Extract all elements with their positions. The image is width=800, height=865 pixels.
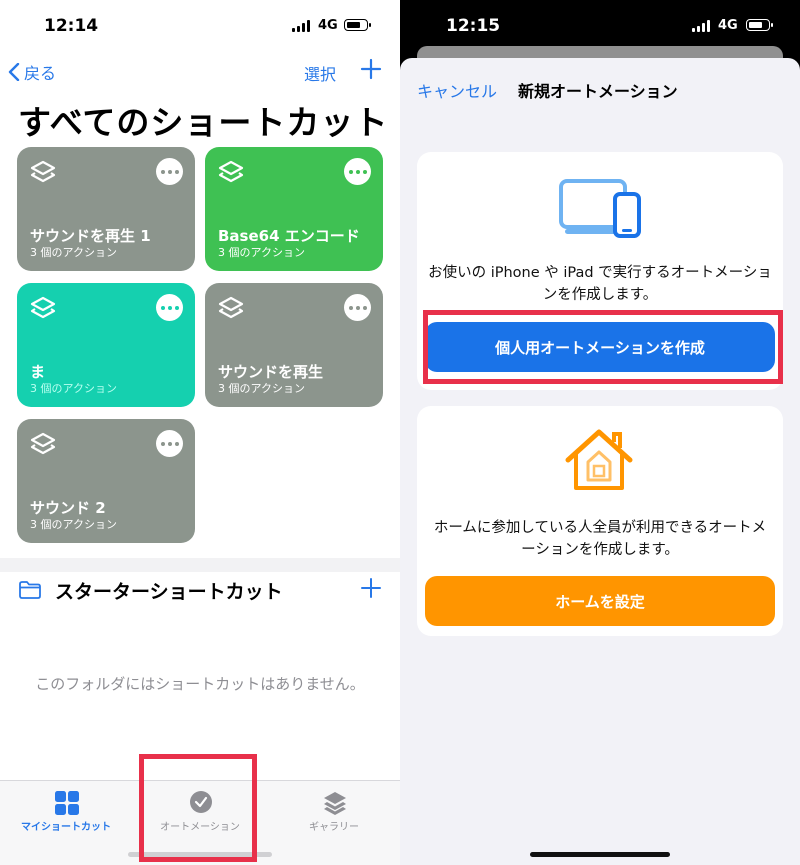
shortcut-action-count: 3 個のアクション <box>218 382 305 395</box>
shortcut-tile[interactable]: Base64 エンコード 3 個のアクション <box>205 147 383 271</box>
shortcut-name: Base64 エンコード <box>218 227 360 245</box>
shortcut-action-count: 3 個のアクション <box>30 246 117 259</box>
shortcut-name: サウンドを再生 <box>218 363 324 381</box>
shortcut-action-count: 3 個のアクション <box>218 246 305 259</box>
status-bar: 12:15 4G <box>400 0 800 50</box>
highlight-box <box>423 310 783 384</box>
layers-icon <box>218 160 244 183</box>
setup-home-button[interactable]: ホームを設定 <box>425 576 775 626</box>
layers-icon <box>30 432 56 455</box>
right-screen: 12:15 4G キャンセル 新規オートメーション お使いの iPhone や … <box>400 0 800 865</box>
select-button[interactable]: 選択 <box>304 61 336 85</box>
more-options-button[interactable] <box>344 294 371 321</box>
sheet-title: 新規オートメーション <box>518 82 678 101</box>
chevron-left-icon <box>8 63 20 81</box>
shortcut-action-count: 3 個のアクション <box>30 518 117 531</box>
shortcut-action-count: 3 個のアクション <box>30 382 117 395</box>
shortcut-tile[interactable]: サウンド 2 3 個のアクション <box>17 419 195 543</box>
shortcut-tile[interactable]: ま 3 個のアクション <box>17 283 195 407</box>
shortcut-tile[interactable]: サウンドを再生 3 個のアクション <box>205 283 383 407</box>
home-indicator <box>530 852 670 857</box>
network-label: 4G <box>318 18 338 33</box>
back-button[interactable]: 戻る <box>8 60 56 84</box>
battery-icon <box>344 19 371 31</box>
new-automation-sheet: キャンセル 新規オートメーション お使いの iPhone や iPad で実行す… <box>400 58 800 865</box>
shortcut-name: サウンド 2 <box>30 499 106 517</box>
more-options-button[interactable] <box>156 158 183 185</box>
signal-icon <box>692 20 710 32</box>
tab-label: マイショートカット <box>21 822 111 833</box>
back-label: 戻る <box>24 64 57 83</box>
home-automation-description: ホームに参加している人全員が利用できるオートメーションを作成します。 <box>433 520 767 558</box>
highlight-box <box>139 754 257 862</box>
status-bar: 12:14 4G <box>0 0 400 50</box>
shortcut-tile[interactable]: サウンドを再生 1 3 個のアクション <box>17 147 195 271</box>
layers-icon <box>30 296 56 319</box>
more-options-button[interactable] <box>156 294 183 321</box>
section-divider <box>0 558 400 572</box>
cancel-button[interactable]: キャンセル <box>417 78 497 102</box>
more-options-button[interactable] <box>156 430 183 457</box>
signal-icon <box>292 20 310 32</box>
add-shortcut-icon[interactable] <box>360 58 382 80</box>
devices-icon <box>559 179 641 238</box>
layers-icon <box>218 296 244 319</box>
shortcut-name: ま <box>30 363 46 381</box>
left-screen: 12:14 4G 戻る 選択 すべてのショートカット サウンドを再生 1 3 個… <box>0 0 400 865</box>
personal-automation-description: お使いの iPhone や iPad で実行するオートメーションを作成します。 <box>428 265 772 303</box>
page-title: すべてのショートカット <box>18 103 389 142</box>
battery-icon <box>746 19 773 31</box>
layers-icon <box>30 160 56 183</box>
more-options-button[interactable] <box>344 158 371 185</box>
empty-folder-message: このフォルダにはショートカットはありません。 <box>35 675 365 693</box>
status-time: 12:15 <box>446 16 501 36</box>
grid-icon <box>55 791 79 815</box>
folder-title[interactable]: スターターショートカット <box>55 577 283 604</box>
home-automation-card: ホームに参加している人全員が利用できるオートメーションを作成します。 ホームを設… <box>417 406 783 636</box>
network-label: 4G <box>718 18 738 33</box>
status-time: 12:14 <box>44 16 99 36</box>
layers-icon <box>324 792 346 815</box>
home-icon <box>565 429 633 490</box>
folder-icon <box>19 581 41 599</box>
add-to-folder-icon[interactable] <box>361 578 381 598</box>
shortcut-name: サウンドを再生 1 <box>30 227 151 245</box>
tab-label: ギャラリー <box>309 822 359 833</box>
